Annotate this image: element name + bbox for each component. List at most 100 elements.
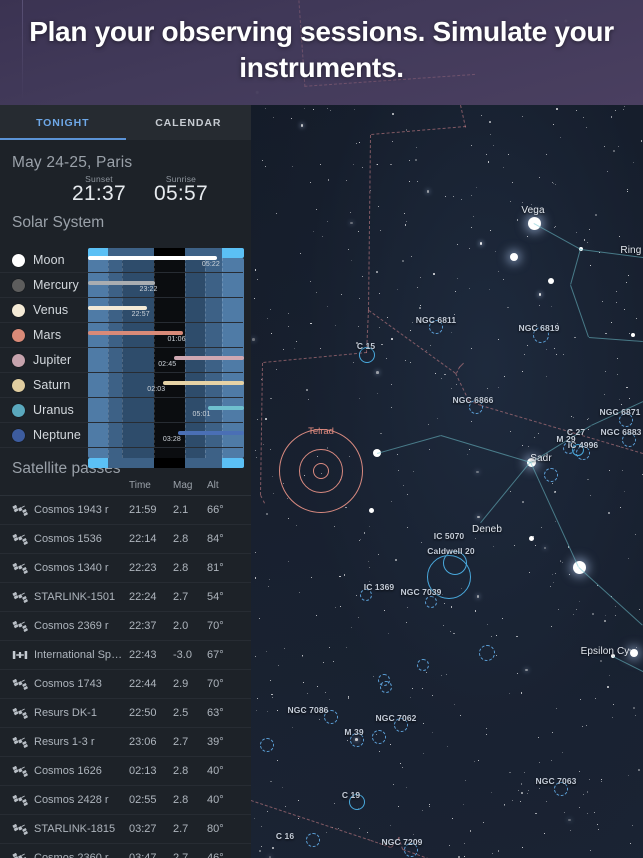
named-star xyxy=(630,649,638,657)
background-star xyxy=(330,109,332,111)
tab-tonight[interactable]: TONIGHT xyxy=(0,105,126,140)
background-star xyxy=(332,660,334,662)
background-star xyxy=(509,771,511,773)
background-star xyxy=(576,110,577,112)
background-star xyxy=(327,306,329,307)
background-star xyxy=(353,361,355,363)
background-star xyxy=(497,339,499,341)
background-star xyxy=(369,525,371,527)
background-star xyxy=(612,149,615,152)
deep-sky-object[interactable] xyxy=(372,730,386,744)
sky-object-label: IC 5070 xyxy=(433,531,465,541)
satellite-row[interactable]: Cosmos 2428 r 02:55 2.8 40° xyxy=(0,786,251,815)
deep-sky-object[interactable] xyxy=(380,681,392,693)
solar-system-chart[interactable]: 20220246 Moon05:22Mercury23:22Venus22:57… xyxy=(0,248,251,468)
satellite-alt: 39° xyxy=(207,736,224,748)
background-star xyxy=(552,573,553,575)
background-star xyxy=(391,338,394,340)
planet-row[interactable]: Uranus 05:01 xyxy=(0,398,244,423)
satellite-mag: 2.8 xyxy=(173,533,189,545)
background-star xyxy=(267,810,269,812)
tab-calendar[interactable]: CALENDAR xyxy=(126,105,252,140)
satellite-row[interactable]: STARLINK-1815 03:27 2.7 80° xyxy=(0,815,251,844)
satellite-row[interactable]: Cosmos 2360 r 03:47 2.7 46° xyxy=(0,844,251,858)
satellite-row[interactable]: STARLINK-1501 22:24 2.7 54° xyxy=(0,583,251,612)
planet-row[interactable]: Saturn 02:03 xyxy=(0,373,244,398)
sky-object-label: Epsilon Cy xyxy=(580,646,630,657)
background-star xyxy=(396,453,398,455)
background-star xyxy=(265,107,267,109)
deep-sky-object[interactable] xyxy=(479,645,495,661)
satellite-row[interactable]: International Space St…22:43 -3.0 67° xyxy=(0,641,251,670)
sunrise-block: Sunrise 05:57 xyxy=(149,174,213,206)
background-star xyxy=(429,345,431,347)
background-star xyxy=(413,833,414,835)
satellite-row[interactable]: Resurs 1-3 r 23:06 2.7 39° xyxy=(0,728,251,757)
background-star xyxy=(628,775,629,777)
planet-name: Uranus xyxy=(33,403,74,417)
solar-system-title: Solar System xyxy=(12,214,105,231)
background-star xyxy=(471,195,472,196)
satellite-row[interactable]: Cosmos 1536 22:14 2.8 84° xyxy=(0,525,251,554)
background-star xyxy=(288,325,290,328)
background-star xyxy=(632,824,634,826)
background-star xyxy=(411,322,413,323)
deep-sky-object[interactable] xyxy=(544,468,558,482)
background-star xyxy=(270,780,272,782)
background-star xyxy=(359,297,360,299)
background-star xyxy=(409,160,411,161)
background-star xyxy=(497,386,499,388)
background-star xyxy=(529,572,530,573)
planet-row[interactable]: Moon 05:22 xyxy=(0,248,243,273)
background-star xyxy=(587,478,589,481)
background-star xyxy=(433,273,435,275)
satellite-row[interactable]: Cosmos 1626 02:13 2.8 40° xyxy=(0,757,251,786)
satellite-alt: 66° xyxy=(207,504,224,516)
satellite-row[interactable]: Cosmos 2369 r 22:37 2.0 70° xyxy=(0,612,251,641)
background-star xyxy=(620,403,622,405)
background-star xyxy=(630,843,632,845)
background-star xyxy=(346,180,348,181)
background-star xyxy=(516,636,518,638)
background-star xyxy=(333,525,335,527)
background-star xyxy=(419,306,422,309)
constellation-line xyxy=(588,337,643,342)
deep-sky-object[interactable] xyxy=(306,833,320,847)
planet-row[interactable]: Mercury 23:22 xyxy=(0,273,243,298)
planet-row[interactable]: Neptune 03:28 xyxy=(0,423,244,448)
background-star xyxy=(477,515,480,519)
background-star xyxy=(629,398,630,399)
background-star xyxy=(641,140,643,142)
deep-sky-object[interactable] xyxy=(425,596,437,608)
background-star xyxy=(419,277,422,279)
planet-name: Mars xyxy=(33,328,62,342)
background-star xyxy=(445,674,447,676)
background-star xyxy=(350,221,353,225)
satellite-row[interactable]: Cosmos 1943 r 21:59 2.1 66° xyxy=(0,496,251,525)
sky-object-label: C 16 xyxy=(275,831,295,841)
background-star xyxy=(412,688,413,690)
background-star xyxy=(302,682,304,683)
background-star xyxy=(453,632,455,635)
satellite-row[interactable]: Cosmos 1743 22:44 2.9 70° xyxy=(0,670,251,699)
background-star xyxy=(523,771,526,774)
satellite-row[interactable]: Resurs DK-1 22:50 2.5 63° xyxy=(0,699,251,728)
deep-sky-object[interactable] xyxy=(417,659,429,671)
background-star xyxy=(429,448,430,450)
deep-sky-object[interactable] xyxy=(260,738,274,752)
planet-row[interactable]: Venus 22:57 xyxy=(0,298,243,323)
background-star xyxy=(313,230,314,232)
constellation-boundary xyxy=(370,126,466,135)
background-star xyxy=(517,789,519,791)
background-star xyxy=(526,344,528,346)
background-star xyxy=(407,607,409,609)
planet-row[interactable]: Jupiter 02:45 xyxy=(0,348,244,373)
planet-row[interactable]: Mars 01:06 xyxy=(0,323,243,348)
background-star xyxy=(550,759,552,761)
sky-map[interactable]: Vega Ring N NGC 6811 NGC 6819 C 15 NGC 6866 NG… xyxy=(251,105,643,858)
date-location: May 24-25, Paris xyxy=(12,154,133,171)
background-star xyxy=(376,371,379,374)
satellite-row[interactable]: Cosmos 1340 r 22:23 2.8 81° xyxy=(0,554,251,583)
background-star xyxy=(390,743,392,745)
background-star xyxy=(270,680,272,681)
